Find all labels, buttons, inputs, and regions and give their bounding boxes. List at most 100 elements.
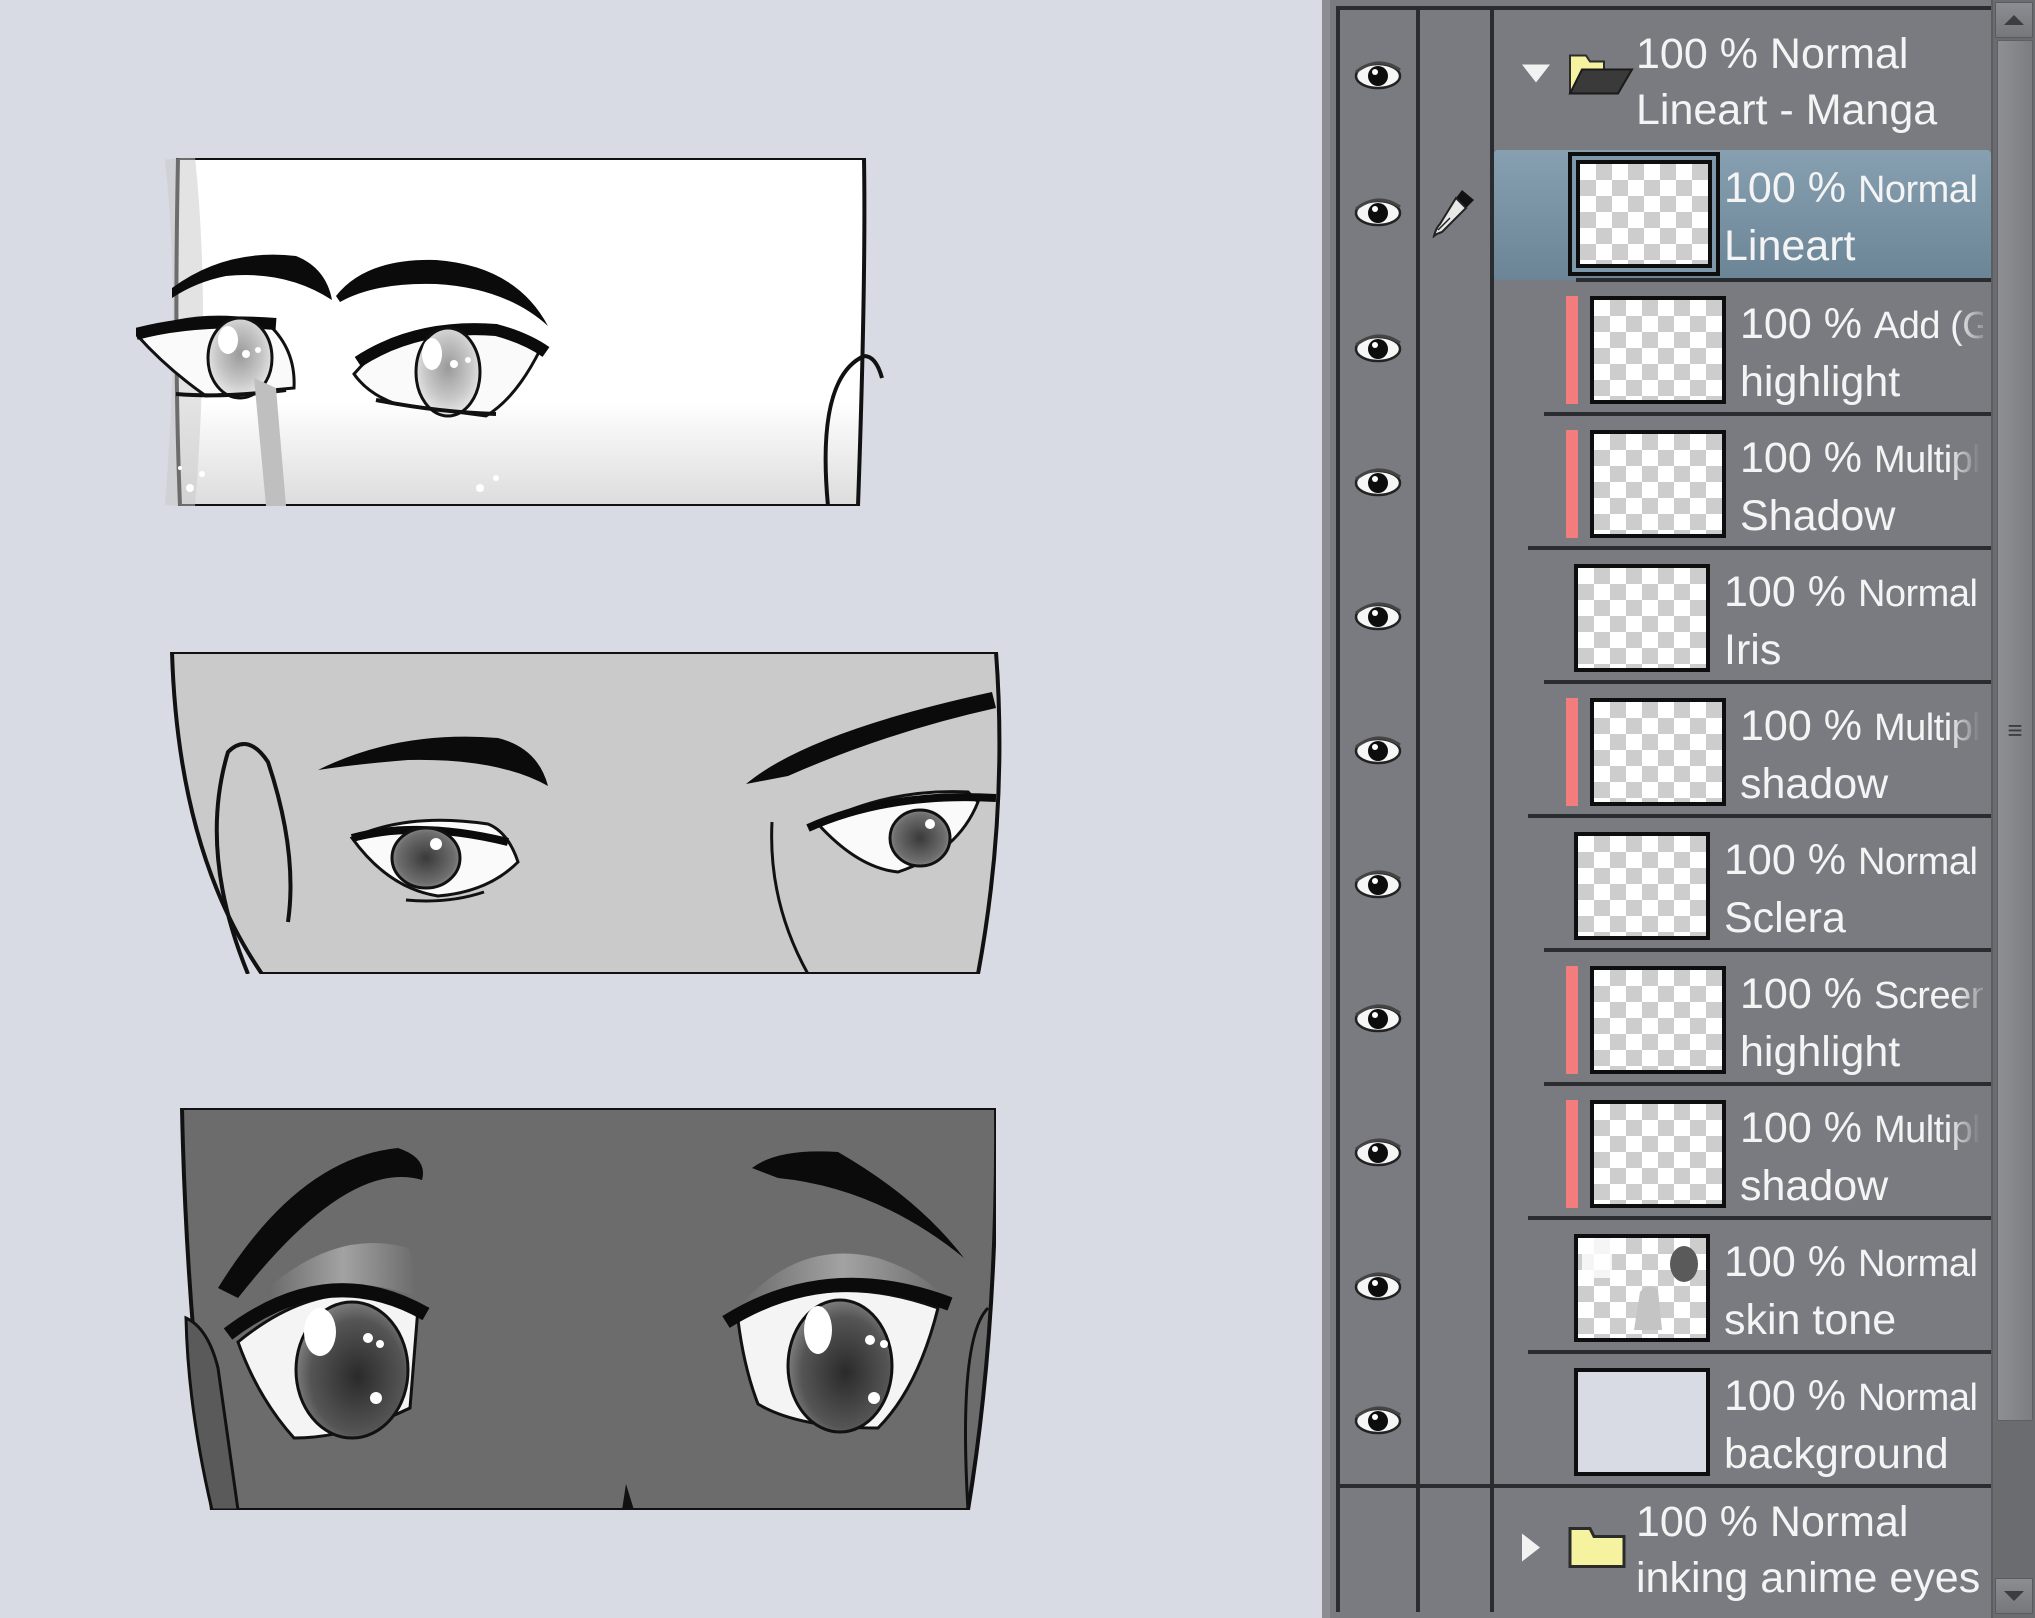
layer-label: 100 % Normal Sclera: [1724, 832, 1983, 946]
layer-main-cell[interactable]: 100 % Multipl shadow: [1494, 1086, 1991, 1220]
layer-thumbnail: [1574, 1234, 1710, 1342]
layer-main-cell[interactable]: 100 % Normal Lineart: [1494, 146, 1991, 280]
layer-blend-mode: Normal: [1857, 1243, 1978, 1285]
layer-main-cell[interactable]: 100 % Add (G highlight: [1494, 282, 1991, 416]
layer-row-lineart[interactable]: 100 % Normal Lineart: [1336, 146, 1991, 280]
tool-cell: [1420, 282, 1490, 416]
layer-label: 100 % Screen highlight: [1740, 966, 1983, 1080]
tool-cell: [1420, 1488, 1490, 1612]
layer-main-cell[interactable]: 100 % Multipl Shadow: [1494, 416, 1991, 550]
visibility-toggle[interactable]: [1340, 1086, 1416, 1220]
eye-icon: [1352, 1134, 1404, 1173]
layer-panel: 100 % Normal Lineart - Manga 100 % Normal: [1322, 0, 2035, 1618]
layer-label: 100 % Add (G highlight: [1740, 296, 1983, 410]
layer-row-highlight-add[interactable]: 100 % Add (G highlight: [1336, 282, 1991, 416]
artwork-eyes-white-skin: [136, 158, 1042, 506]
layer-row-shadow-multiply-2[interactable]: 100 % Multipl shadow: [1336, 684, 1991, 818]
scroll-up-button[interactable]: [1995, 2, 2033, 38]
layer-main-cell[interactable]: 100 % Normal Iris: [1494, 550, 1991, 684]
layer-opacity: 100 %: [1724, 164, 1846, 212]
layer-group-inking-anime-eyes[interactable]: 100 % Normal inking anime eyes: [1336, 1488, 1991, 1612]
folder-closed-icon: [1568, 1525, 1628, 1576]
layer-panel-scrollbar[interactable]: ≡: [1991, 0, 2035, 1618]
layer-label: 100 % Normal Lineart: [1724, 160, 1983, 274]
layer-row-sclera[interactable]: 100 % Normal Sclera: [1336, 818, 1991, 952]
layer-name: shadow: [1740, 1162, 1889, 1210]
layer-label: 100 % Normal background: [1724, 1368, 1983, 1482]
layer-name: Lineart: [1724, 222, 1856, 270]
layer-opacity: 100 %: [1740, 702, 1862, 750]
tool-cell: [1420, 684, 1490, 818]
layer-main-cell[interactable]: 100 % Normal background: [1494, 1354, 1991, 1488]
layer-thumbnail: [1590, 698, 1726, 806]
layer-label: 100 % Normal Iris: [1724, 564, 1983, 678]
layer-label: 100 % Multipl Shadow: [1740, 430, 1983, 544]
eye-icon: [1352, 57, 1404, 96]
canvas-area[interactable]: [0, 0, 1322, 1618]
visibility-toggle[interactable]: [1340, 282, 1416, 416]
visibility-toggle[interactable]: [1340, 416, 1416, 550]
group-main-cell[interactable]: 100 % Normal Lineart - Manga: [1494, 10, 1991, 142]
artwork-3-svg: [179, 1108, 996, 1510]
expand-arrow-right-icon[interactable]: [1520, 1532, 1542, 1569]
layer-opacity: 100 %: [1740, 1104, 1862, 1152]
group-opacity: 100 %: [1636, 30, 1758, 78]
layer-thumbnail: [1574, 564, 1710, 672]
eye-icon: [1352, 866, 1404, 905]
layer-blend-mode: Normal: [1857, 1377, 1978, 1419]
layer-name: shadow: [1740, 760, 1889, 808]
expand-arrow-down-icon[interactable]: [1520, 63, 1552, 90]
thumbnail-preview: [1576, 160, 1712, 268]
visibility-toggle[interactable]: [1340, 146, 1416, 280]
clipping-indicator: [1566, 296, 1578, 404]
arrow-up-icon: [2004, 15, 2024, 25]
visibility-toggle-hidden[interactable]: [1340, 1488, 1416, 1612]
layer-main-cell[interactable]: 100 % Normal Sclera: [1494, 818, 1991, 952]
tool-cell: [1420, 10, 1490, 142]
eye-icon: [1352, 194, 1404, 233]
layer-name: background: [1724, 1430, 1949, 1478]
layer-blend-mode: Multipl: [1873, 439, 1981, 481]
layer-opacity: 100 %: [1740, 300, 1862, 348]
layer-blend-mode: Multipl: [1873, 707, 1981, 749]
layer-row-shadow-multiply[interactable]: 100 % Multipl Shadow: [1336, 416, 1991, 550]
layer-row-background[interactable]: 100 % Normal background: [1336, 1354, 1991, 1488]
layer-opacity: 100 %: [1724, 836, 1846, 884]
visibility-toggle[interactable]: [1340, 818, 1416, 952]
visibility-toggle[interactable]: [1340, 10, 1416, 142]
grip-icon: ≡: [2007, 715, 2023, 746]
tool-cell: [1420, 952, 1490, 1086]
eye-icon: [1352, 330, 1404, 369]
scroll-thumb[interactable]: ≡: [1997, 40, 2033, 1421]
layer-blend-mode: Normal: [1857, 169, 1978, 211]
visibility-toggle[interactable]: [1340, 1220, 1416, 1354]
layer-thumbnail: [1568, 152, 1720, 276]
layer-row-skin-tone[interactable]: 100 % Normal skin tone: [1336, 1220, 1991, 1354]
layer-main-cell[interactable]: 100 % Multipl shadow: [1494, 684, 1991, 818]
layer-label: 100 % Multipl shadow: [1740, 698, 1983, 812]
layer-opacity: 100 %: [1740, 970, 1862, 1018]
layer-main-cell[interactable]: 100 % Screen highlight: [1494, 952, 1991, 1086]
layer-group-lineart-manga[interactable]: 100 % Normal Lineart - Manga: [1336, 10, 1991, 142]
clipping-indicator: [1566, 430, 1578, 538]
pen-nib-icon: [1432, 184, 1478, 243]
visibility-toggle[interactable]: [1340, 1354, 1416, 1488]
scroll-down-button[interactable]: [1995, 1578, 2033, 1614]
skin-tone-thumbnail-preview: [1582, 1238, 1698, 1330]
layer-label: 100 % Normal skin tone: [1724, 1234, 1983, 1348]
tool-cell: [1420, 818, 1490, 952]
layer-row-shadow-multiply-3[interactable]: 100 % Multipl shadow: [1336, 1086, 1991, 1220]
group-name: Lineart - Manga: [1636, 86, 1938, 134]
group-label: 100 % Normal Lineart - Manga: [1636, 26, 1937, 138]
eye-icon: [1352, 732, 1404, 771]
visibility-toggle[interactable]: [1340, 550, 1416, 684]
visibility-toggle[interactable]: [1340, 952, 1416, 1086]
layer-main-cell[interactable]: 100 % Normal skin tone: [1494, 1220, 1991, 1354]
group-name: inking anime eyes: [1636, 1554, 1981, 1602]
layer-row-highlight-screen[interactable]: 100 % Screen highlight: [1336, 952, 1991, 1086]
column-divider: [1336, 6, 1340, 1612]
visibility-toggle[interactable]: [1340, 684, 1416, 818]
layer-row-iris[interactable]: 100 % Normal Iris: [1336, 550, 1991, 684]
group-main-cell[interactable]: 100 % Normal inking anime eyes: [1494, 1488, 1991, 1612]
tool-cell: [1420, 1220, 1490, 1354]
